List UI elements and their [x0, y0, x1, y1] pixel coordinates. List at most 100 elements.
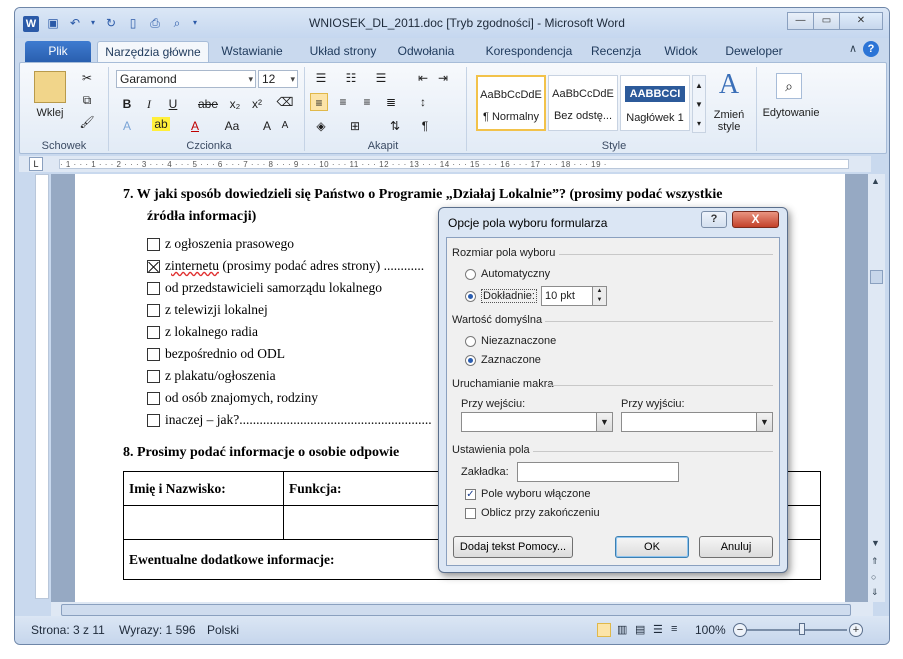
tab-references[interactable]: Odwołania: [391, 41, 461, 62]
next-page-icon[interactable]: ⇓: [871, 587, 879, 598]
on-exit-combo[interactable]: ▼: [621, 412, 773, 432]
borders-icon[interactable]: ⊞: [346, 117, 364, 135]
change-case-button[interactable]: Aa: [220, 117, 244, 135]
style-heading-1[interactable]: AABBCCI Nagłówek 1: [620, 75, 690, 131]
shrink-font-button[interactable]: A: [276, 117, 294, 135]
add-help-text-button[interactable]: Dodaj tekst Pomocy...: [453, 536, 573, 558]
radio-button[interactable]: [465, 335, 476, 347]
horizontal-scroll-thumb[interactable]: [61, 604, 851, 616]
underline-button[interactable]: U: [164, 95, 182, 113]
full-screen-view-icon[interactable]: ▥: [617, 623, 627, 636]
multilevel-list-icon[interactable]: ☰: [372, 69, 390, 87]
form-checkbox[interactable]: [147, 413, 160, 427]
tab-home[interactable]: Narzędzia główne: [97, 41, 209, 62]
tab-insert[interactable]: Wstawianie: [211, 41, 293, 62]
font-color-icon[interactable]: A: [186, 117, 204, 135]
form-checkbox[interactable]: [147, 237, 160, 251]
combo-dropdown-icon[interactable]: ▼: [756, 413, 772, 431]
font-family-select[interactable]: Garamond: [116, 70, 256, 88]
form-checkbox[interactable]: [147, 281, 160, 295]
format-painter-icon[interactable]: 🖌: [78, 113, 96, 131]
on-entry-combo[interactable]: ▼: [461, 412, 613, 432]
spinner-arrows-icon[interactable]: ▲ ▼: [592, 287, 606, 305]
style-no-spacing[interactable]: AaBbCcDdE Bez odstę...: [548, 75, 618, 131]
close-button[interactable]: ✕: [839, 12, 883, 30]
clear-formatting-icon[interactable]: ⌫: [276, 93, 294, 111]
zoom-slider-thumb[interactable]: [799, 623, 805, 635]
language-indicator[interactable]: Polski: [207, 623, 239, 637]
scroll-up-icon[interactable]: ▲: [871, 176, 880, 186]
radio-button-selected[interactable]: [465, 354, 476, 366]
show-formatting-icon[interactable]: ¶: [416, 117, 434, 135]
form-checkbox[interactable]: [147, 347, 160, 361]
table-cell-name[interactable]: [123, 505, 284, 540]
numbering-icon[interactable]: ☷: [342, 69, 360, 87]
enabled-checkbox[interactable]: ✓ Pole wyboru włączone: [465, 488, 590, 500]
unchecked-default-radio[interactable]: Niezaznaczone: [465, 335, 556, 347]
superscript-button[interactable]: x²: [248, 95, 266, 113]
paste-button[interactable]: Wklej: [30, 107, 70, 119]
auto-size-radio[interactable]: Automatyczny: [465, 268, 550, 280]
word-count[interactable]: Wyrazy: 1 596: [119, 623, 196, 637]
find-icon[interactable]: ⌕: [776, 73, 802, 99]
draft-view-icon[interactable]: ≡: [671, 623, 677, 635]
cancel-button[interactable]: Anuluj: [699, 536, 773, 558]
form-checkbox-checked[interactable]: [147, 259, 160, 273]
tab-file[interactable]: Plik: [25, 41, 91, 62]
checked-default-radio[interactable]: Zaznaczone: [465, 354, 541, 366]
italic-button[interactable]: I: [140, 95, 158, 113]
decrease-indent-icon[interactable]: ⇤: [414, 69, 432, 87]
radio-button[interactable]: [465, 268, 476, 280]
paste-icon[interactable]: [34, 71, 66, 103]
grow-font-button[interactable]: A: [258, 117, 276, 135]
dialog-help-button[interactable]: ?: [701, 211, 727, 228]
dialog-close-button[interactable]: X: [732, 211, 779, 228]
font-size-select[interactable]: 12: [258, 70, 298, 88]
bookmark-input[interactable]: [517, 462, 679, 482]
zoom-in-icon[interactable]: +: [849, 623, 863, 637]
ok-button[interactable]: OK: [615, 536, 689, 558]
outline-view-icon[interactable]: ☰: [653, 623, 663, 636]
radio-button-selected[interactable]: [465, 290, 476, 302]
collapse-ribbon-icon[interactable]: ∧: [849, 42, 857, 55]
minimize-button[interactable]: —: [787, 12, 814, 30]
change-styles-icon[interactable]: A: [712, 69, 746, 101]
maximize-button[interactable]: ▭: [813, 12, 840, 30]
form-checkbox[interactable]: [147, 391, 160, 405]
change-styles-button[interactable]: Zmień style: [706, 109, 752, 133]
form-checkbox[interactable]: [147, 369, 160, 383]
subscript-button[interactable]: x₂: [226, 95, 244, 113]
zoom-slider-track[interactable]: [747, 629, 847, 631]
tab-mailings[interactable]: Korespondencja: [473, 41, 585, 62]
tab-review[interactable]: Recenzja: [587, 41, 645, 62]
copy-icon[interactable]: ⧉: [78, 91, 96, 109]
previous-page-icon[interactable]: ⇑: [871, 556, 879, 567]
cut-icon[interactable]: ✂: [78, 69, 96, 87]
justify-icon[interactable]: ≣: [382, 93, 400, 111]
scroll-thumb[interactable]: [870, 270, 883, 284]
highlight-icon[interactable]: ab: [152, 117, 170, 131]
size-spinner[interactable]: 10 pkt ▲ ▼: [541, 286, 607, 306]
ruler-scale[interactable]: · 1 · · · 1 · · · 2 · · · 3 · · · 4 · · …: [59, 159, 849, 169]
style-normal[interactable]: AaBbCcDdE ¶ Normalny: [476, 75, 546, 131]
scroll-down-icon[interactable]: ▼: [871, 538, 880, 548]
strikethrough-button[interactable]: abe: [196, 95, 220, 113]
combo-dropdown-icon[interactable]: ▼: [596, 413, 612, 431]
text-effects-icon[interactable]: A: [118, 117, 136, 135]
line-spacing-icon[interactable]: ↕: [414, 93, 432, 111]
browse-object-icon[interactable]: ○: [871, 572, 876, 582]
tab-selector-icon[interactable]: L: [29, 157, 43, 171]
web-layout-view-icon[interactable]: ▤: [635, 623, 645, 636]
calculate-on-exit-checkbox[interactable]: Oblicz przy zakończeniu: [465, 507, 600, 519]
tab-view[interactable]: Widok: [655, 41, 707, 62]
sort-icon[interactable]: ⇅: [386, 117, 404, 135]
align-left-icon[interactable]: ≡: [310, 93, 328, 111]
zoom-level[interactable]: 100%: [695, 623, 726, 637]
page-count[interactable]: Strona: 3 z 11: [31, 623, 105, 637]
shading-icon[interactable]: ◈: [312, 117, 330, 135]
bullets-icon[interactable]: ☰: [312, 69, 330, 87]
vertical-scrollbar[interactable]: ▲ ▼ ⇑ ○ ⇓: [868, 174, 885, 602]
tab-developer[interactable]: Deweloper: [715, 41, 793, 62]
help-icon[interactable]: ?: [863, 41, 879, 57]
align-right-icon[interactable]: ≡: [358, 93, 376, 111]
